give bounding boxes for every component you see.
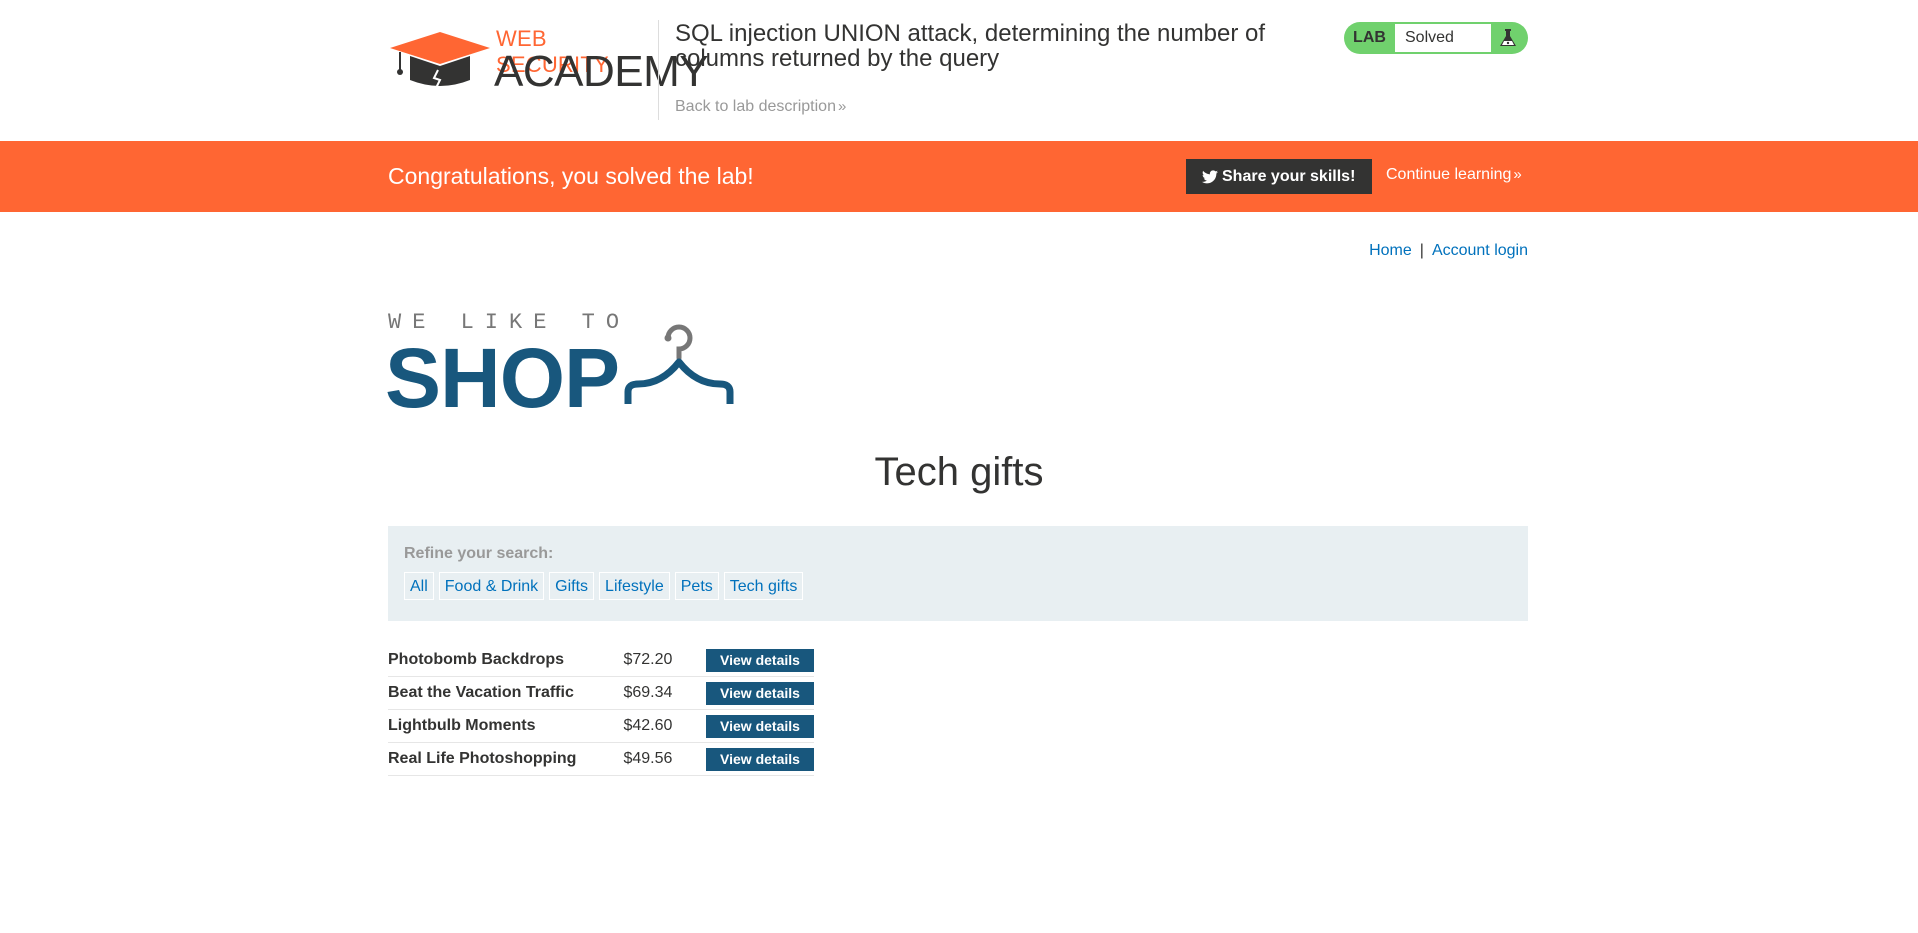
product-price: $42.60 <box>623 709 706 743</box>
congratulations-message: Congratulations, you solved the lab! <box>388 163 754 189</box>
page-title: Tech gifts <box>874 450 1044 494</box>
filter-category-food-drink[interactable]: Food & Drink <box>438 572 545 600</box>
product-name: Lightbulb Moments <box>388 709 624 743</box>
account-login-link[interactable]: Account login <box>1432 242 1528 259</box>
graduation-cap-icon <box>390 32 490 89</box>
view-details-button[interactable]: View details <box>706 714 814 738</box>
product-name: Photobomb Backdrops <box>388 644 624 677</box>
lab-solved-banner: Congratulations, you solved the lab! Sha… <box>0 141 1918 212</box>
table-row: Lightbulb Moments $42.60 View details <box>388 709 814 743</box>
table-row: Real Life Photoshopping $49.56 View deta… <box>388 742 814 776</box>
lab-title: SQL injection UNION attack, determining … <box>675 20 1266 72</box>
flask-icon <box>1500 29 1516 46</box>
product-price: $49.56 <box>623 742 706 776</box>
table-row: Beat the Vacation Traffic $69.34 View de… <box>388 676 814 710</box>
continue-learning-label: Continue learning <box>1386 166 1512 183</box>
share-skills-label: Share your skills! <box>1222 168 1356 185</box>
lab-status-text: Solved <box>1395 24 1491 52</box>
filter-category-gifts[interactable]: Gifts <box>549 572 595 600</box>
lab-status-badge: LAB Solved <box>1344 22 1528 54</box>
product-name: Beat the Vacation Traffic <box>388 676 624 710</box>
product-price: $69.34 <box>623 676 706 710</box>
filter-label: Refine your search: <box>404 545 554 562</box>
home-link[interactable]: Home <box>1369 242 1412 259</box>
filter-category-lifestyle[interactable]: Lifestyle <box>599 572 670 600</box>
table-row: Photobomb Backdrops $72.20 View details <box>388 644 814 677</box>
continue-learning-link[interactable]: Continue learning» <box>1386 166 1522 184</box>
header-divider <box>658 20 659 120</box>
chevron-right-icon: » <box>1513 166 1522 183</box>
filter-category-list: All Food & Drink Gifts Lifestyle Pets Te… <box>404 572 808 600</box>
view-details-button[interactable]: View details <box>706 681 814 705</box>
filter-category-all[interactable]: All <box>404 572 434 600</box>
view-details-button[interactable]: View details <box>706 747 814 771</box>
filter-category-pets[interactable]: Pets <box>674 572 719 600</box>
back-to-lab-description-link[interactable]: Back to lab description» <box>675 98 846 116</box>
back-link-label: Back to lab description <box>675 98 836 115</box>
top-navigation: Home | Account login <box>1369 242 1528 260</box>
chevron-right-icon: » <box>837 98 847 115</box>
category-filter: Refine your search: All Food & Drink Gif… <box>388 526 1528 621</box>
academy-logo[interactable]: WEB SECURITY ACADEMY <box>388 22 709 96</box>
shop-logo: WE LIKE TO SHOP <box>385 310 748 420</box>
product-table: Photobomb Backdrops $72.20 View details … <box>388 644 814 776</box>
view-details-button[interactable]: View details <box>706 648 814 672</box>
product-price: $72.20 <box>623 644 706 677</box>
academy-header: WEB SECURITY ACADEMY SQL injection UNION… <box>0 0 1918 140</box>
lab-badge-label: LAB <box>1353 29 1386 46</box>
twitter-icon <box>1202 170 1218 184</box>
hanger-icon <box>624 324 734 404</box>
filter-category-tech-gifts[interactable]: Tech gifts <box>723 572 804 600</box>
shop-logo-word: SHOP <box>385 331 620 425</box>
share-skills-button[interactable]: Share your skills! <box>1186 159 1372 194</box>
product-name: Real Life Photoshopping <box>388 742 624 776</box>
nav-separator: | <box>1419 242 1424 259</box>
